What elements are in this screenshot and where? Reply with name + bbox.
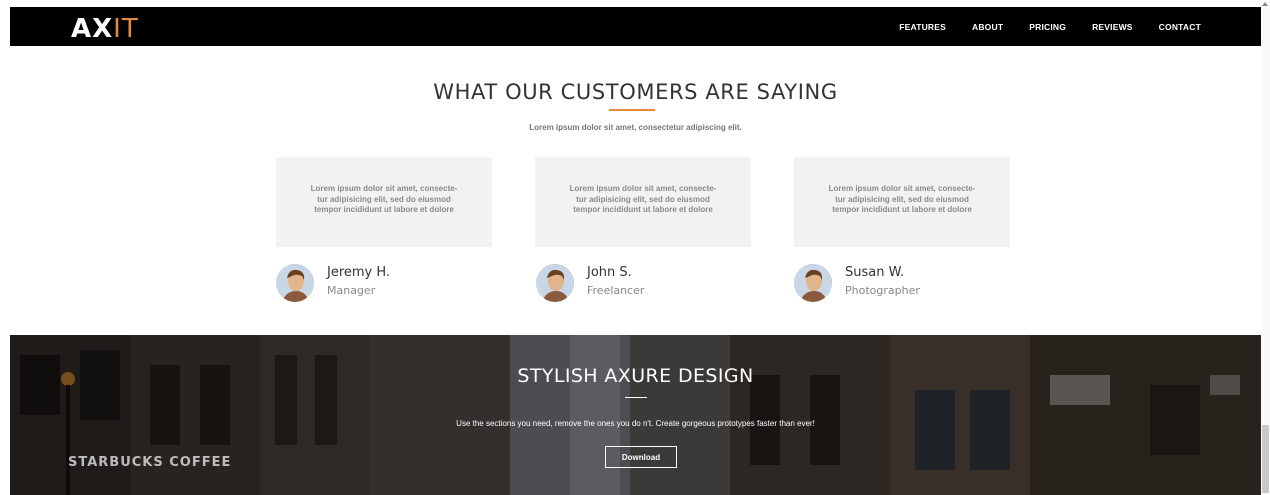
logo-primary: AX <box>71 14 114 44</box>
logo-accent: IT <box>113 14 139 44</box>
quote-line: tur adipisicing elit, sed do eiusmod <box>576 194 710 204</box>
quote-line: tempor incididunt ut labore et dolore <box>314 205 454 214</box>
nav-item-reviews[interactable]: REVIEWS <box>1092 22 1133 32</box>
hero-subtitle: Use the sections you need, remove the on… <box>456 419 815 428</box>
testimonial-card: Lorem ipsum dolor sit amet, consecte- tu… <box>276 157 492 247</box>
scrollbar-thumb[interactable] <box>1262 425 1269 493</box>
nav-item-contact[interactable]: CONTACT <box>1159 22 1201 32</box>
testimonial-quote: Lorem ipsum dolor sit amet, consecte- tu… <box>794 184 1010 216</box>
hero-divider <box>625 397 647 398</box>
avatar <box>276 264 314 302</box>
avatar <box>536 264 574 302</box>
testimonial-quote: Lorem ipsum dolor sit amet, consecte- tu… <box>535 184 751 216</box>
scroll-up-arrow-icon[interactable] <box>1262 2 1268 6</box>
scrollbar[interactable] <box>1261 0 1270 495</box>
nav-menu: FEATURES ABOUT PRICING REVIEWS CONTACT <box>873 7 1201 46</box>
nav-item-about[interactable]: ABOUT <box>972 22 1003 32</box>
author-name: Jeremy H. <box>327 265 391 280</box>
quote-line: Lorem ipsum dolor sit amet, consecte- <box>310 184 458 193</box>
author-role: Photographer <box>845 284 920 297</box>
quote-line: tempor incididunt ut labore et dolore <box>573 205 713 214</box>
author-role: Freelancer <box>587 284 645 297</box>
download-button[interactable]: Download <box>605 446 677 468</box>
nav-item-features[interactable]: FEATURES <box>899 22 946 32</box>
logo[interactable]: AXIT <box>71 14 139 44</box>
author-name: Susan W. <box>845 265 905 280</box>
testimonials-subtitle: Lorem ipsum dolor sit amet, consectetur … <box>529 123 742 132</box>
title-divider <box>609 109 655 111</box>
testimonial-card: Lorem ipsum dolor sit amet, consecte- tu… <box>794 157 1010 247</box>
hero-title: STYLISH AXURE DESIGN <box>517 365 754 387</box>
quote-line: Lorem ipsum dolor sit amet, consecte- <box>828 184 976 193</box>
page-frame: AXIT FEATURES ABOUT PRICING REVIEWS CONT… <box>10 7 1261 495</box>
hero-banner: STARBUCKS COFFEE STYLISH AXURE DESIGN Us… <box>10 335 1261 495</box>
quote-line: Lorem ipsum dolor sit amet, consecte- <box>569 184 717 193</box>
author-role: Manager <box>327 284 376 297</box>
hero-overlay <box>10 335 1261 495</box>
avatar-icon <box>794 264 832 302</box>
quote-line: tur adipisicing elit, sed do eiusmod <box>317 194 451 204</box>
avatar-icon <box>276 264 314 302</box>
author-name: John S. <box>587 265 632 280</box>
top-nav: AXIT FEATURES ABOUT PRICING REVIEWS CONT… <box>10 7 1261 46</box>
avatar-icon <box>536 264 574 302</box>
nav-item-pricing[interactable]: PRICING <box>1029 22 1066 32</box>
storefront-sign: STARBUCKS COFFEE <box>68 455 232 470</box>
quote-line: tur adipisicing elit, sed do eiusmod <box>835 194 969 204</box>
testimonials-title: WHAT OUR CUSTOMERS ARE SAYING <box>433 80 838 104</box>
testimonial-card: Lorem ipsum dolor sit amet, consecte- tu… <box>535 157 751 247</box>
testimonial-quote: Lorem ipsum dolor sit amet, consecte- tu… <box>276 184 492 216</box>
quote-line: tempor incididunt ut labore et dolore <box>832 205 972 214</box>
avatar <box>794 264 832 302</box>
